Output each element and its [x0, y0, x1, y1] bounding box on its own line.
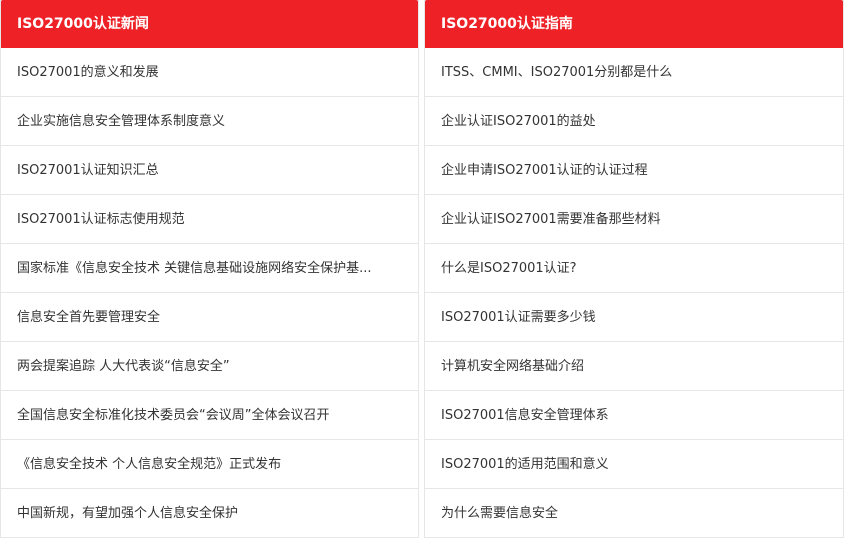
news-list: ISO27001的意义和发展 企业实施信息安全管理体系制度意义 ISO27001… [1, 48, 418, 537]
guide-item[interactable]: 什么是ISO27001认证? [425, 244, 843, 293]
news-item[interactable]: 信息安全首先要管理安全 [1, 293, 418, 342]
guide-item[interactable]: 企业认证ISO27001需要准备那些材料 [425, 195, 843, 244]
guide-item[interactable]: ISO27001信息安全管理体系 [425, 391, 843, 440]
news-panel-title[interactable]: ISO27000认证新闻 [1, 0, 418, 48]
news-item[interactable]: ISO27001认证标志使用规范 [1, 195, 418, 244]
news-item[interactable]: ISO27001的意义和发展 [1, 48, 418, 97]
news-item[interactable]: 中国新规，有望加强个人信息安全保护 [1, 489, 418, 537]
guide-list: ITSS、CMMI、ISO27001分别都是什么 企业认证ISO27001的益处… [425, 48, 843, 537]
news-item[interactable]: 《信息安全技术 个人信息安全规范》正式发布 [1, 440, 418, 489]
guide-panel-title[interactable]: ISO27000认证指南 [425, 0, 843, 48]
guide-item[interactable]: 企业申请ISO27001认证的认证过程 [425, 146, 843, 195]
news-item[interactable]: 两会提案追踪 人大代表谈“信息安全” [1, 342, 418, 391]
news-columns: ISO27000认证新闻 ISO27001的意义和发展 企业实施信息安全管理体系… [0, 0, 844, 538]
news-panel: ISO27000认证新闻 ISO27001的意义和发展 企业实施信息安全管理体系… [0, 0, 419, 538]
guide-item[interactable]: ISO27001认证需要多少钱 [425, 293, 843, 342]
guide-panel: ISO27000认证指南 ITSS、CMMI、ISO27001分别都是什么 企业… [424, 0, 844, 538]
news-item[interactable]: 企业实施信息安全管理体系制度意义 [1, 97, 418, 146]
guide-item[interactable]: 企业认证ISO27001的益处 [425, 97, 843, 146]
news-item[interactable]: ISO27001认证知识汇总 [1, 146, 418, 195]
guide-item[interactable]: ITSS、CMMI、ISO27001分别都是什么 [425, 48, 843, 97]
guide-item[interactable]: 为什么需要信息安全 [425, 489, 843, 537]
guide-item[interactable]: ISO27001的适用范围和意义 [425, 440, 843, 489]
news-item[interactable]: 全国信息安全标准化技术委员会“会议周”全体会议召开 [1, 391, 418, 440]
guide-item[interactable]: 计算机安全网络基础介绍 [425, 342, 843, 391]
news-item[interactable]: 国家标准《信息安全技术 关键信息基础设施网络安全保护基... [1, 244, 418, 293]
